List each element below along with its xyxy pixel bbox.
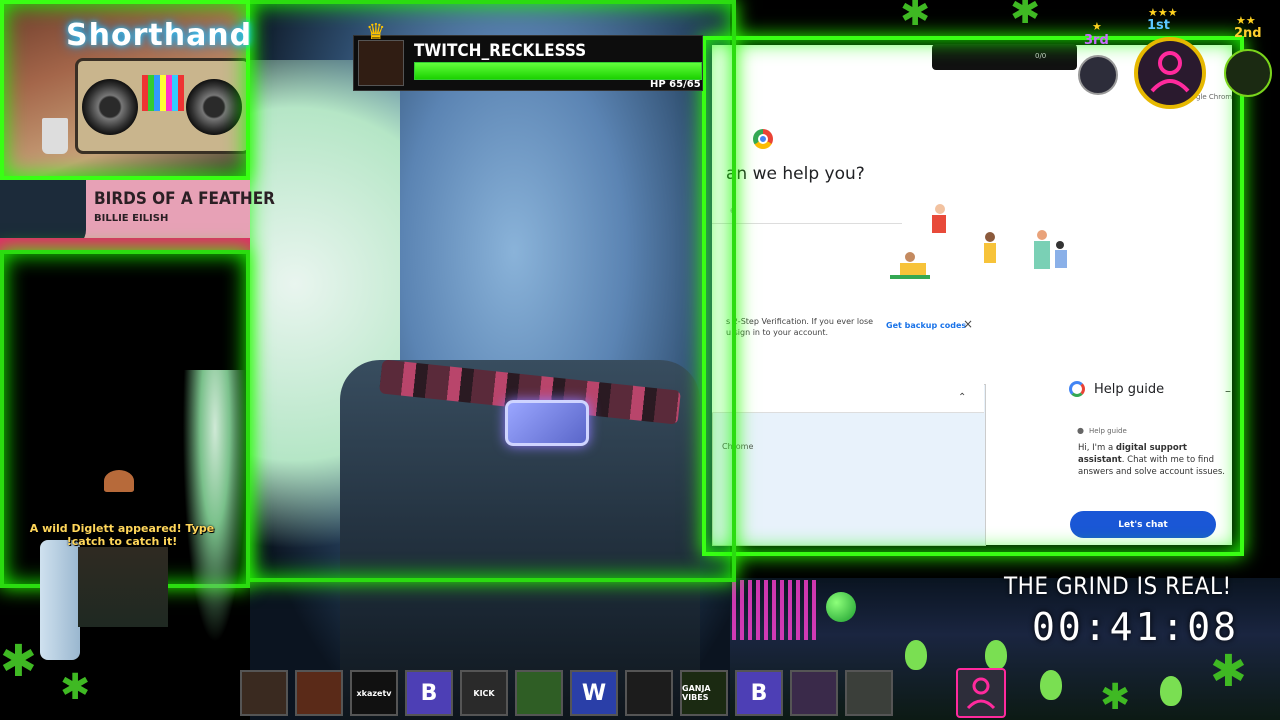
viewer-avatar <box>790 670 838 716</box>
now-playing-artist: BILLIE EILISH <box>94 213 169 224</box>
alien-decoration <box>1040 670 1062 700</box>
planet-decoration <box>826 592 856 622</box>
leaf-decoration: ✱ <box>1010 0 1041 32</box>
viewer-avatar <box>295 670 343 716</box>
rank-label-1st: 1st <box>1147 18 1170 33</box>
leaf-decoration: ✱ <box>0 636 37 687</box>
user-icon <box>1150 51 1190 93</box>
streamer-avatar <box>358 40 404 86</box>
diglett-alert-text: A wild Diglett appeared! Type !catch to … <box>29 522 215 548</box>
viewer-avatar: B <box>735 670 783 716</box>
mini-camera-feed <box>78 547 168 627</box>
viewer-avatar: B <box>405 670 453 716</box>
streamer-name: TWITCH_RECKLESSS <box>414 41 587 61</box>
user-icon <box>966 677 996 710</box>
stars-3rd: ★ <box>1092 20 1102 33</box>
viewer-avatar-placeholder <box>956 668 1006 718</box>
browser-glow-frame <box>702 36 1244 556</box>
viewer-label: B <box>750 680 768 706</box>
viewer-avatar <box>515 670 563 716</box>
viewer-label: W <box>581 680 607 706</box>
viewer-avatar <box>625 670 673 716</box>
timer-caption: THE GRIND IS REAL! <box>1004 572 1232 600</box>
brand-title: Shorthand <box>66 18 253 53</box>
viewer-avatar: xkazetv <box>350 670 398 716</box>
hp-bar <box>414 62 702 80</box>
rank-label-2nd: 2nd <box>1234 26 1262 41</box>
viewer-label: B <box>420 680 438 706</box>
alien-decoration <box>1160 676 1182 706</box>
leaderboard-avatar-2nd <box>1224 49 1272 97</box>
leaf-decoration: ✱ <box>900 0 931 34</box>
hp-bar-fill <box>415 63 701 79</box>
alien-decoration <box>905 640 927 670</box>
viewer-avatar: GANJA VIBES <box>680 670 728 716</box>
viewer-avatar <box>845 670 893 716</box>
viewer-label: xkazetv <box>356 688 392 698</box>
now-playing-accent-bar <box>0 238 250 250</box>
alien-decoration <box>985 640 1007 670</box>
viewer-avatar-row: xkazetv B KICK W GANJA VIBES B <box>240 668 1030 720</box>
smoke-art <box>180 370 250 660</box>
leaderboard-avatar-1st <box>1134 37 1206 109</box>
stream-timer: 00:41:08 <box>1032 605 1240 649</box>
viewer-label: KICK <box>473 688 495 698</box>
hp-text: HP 65/65 <box>650 79 701 90</box>
bottle-image <box>40 540 80 660</box>
leaf-decoration: ✱ <box>1100 677 1131 718</box>
viewer-avatar: W <box>570 670 618 716</box>
leaf-decoration: ✱ <box>1210 646 1247 697</box>
viewer-avatar: KICK <box>460 670 508 716</box>
rank-label-3rd: 3rd <box>1084 33 1109 48</box>
viewer-label: GANJA VIBES <box>682 684 711 702</box>
diglett-sprite <box>104 470 134 492</box>
leaderboard-avatar-3rd <box>1078 55 1118 95</box>
crown-icon: ♛ <box>366 20 386 45</box>
leaf-decoration: ✱ <box>60 667 91 708</box>
viewer-avatar <box>240 670 288 716</box>
now-playing-title: BIRDS OF A FEATHER <box>94 189 275 209</box>
